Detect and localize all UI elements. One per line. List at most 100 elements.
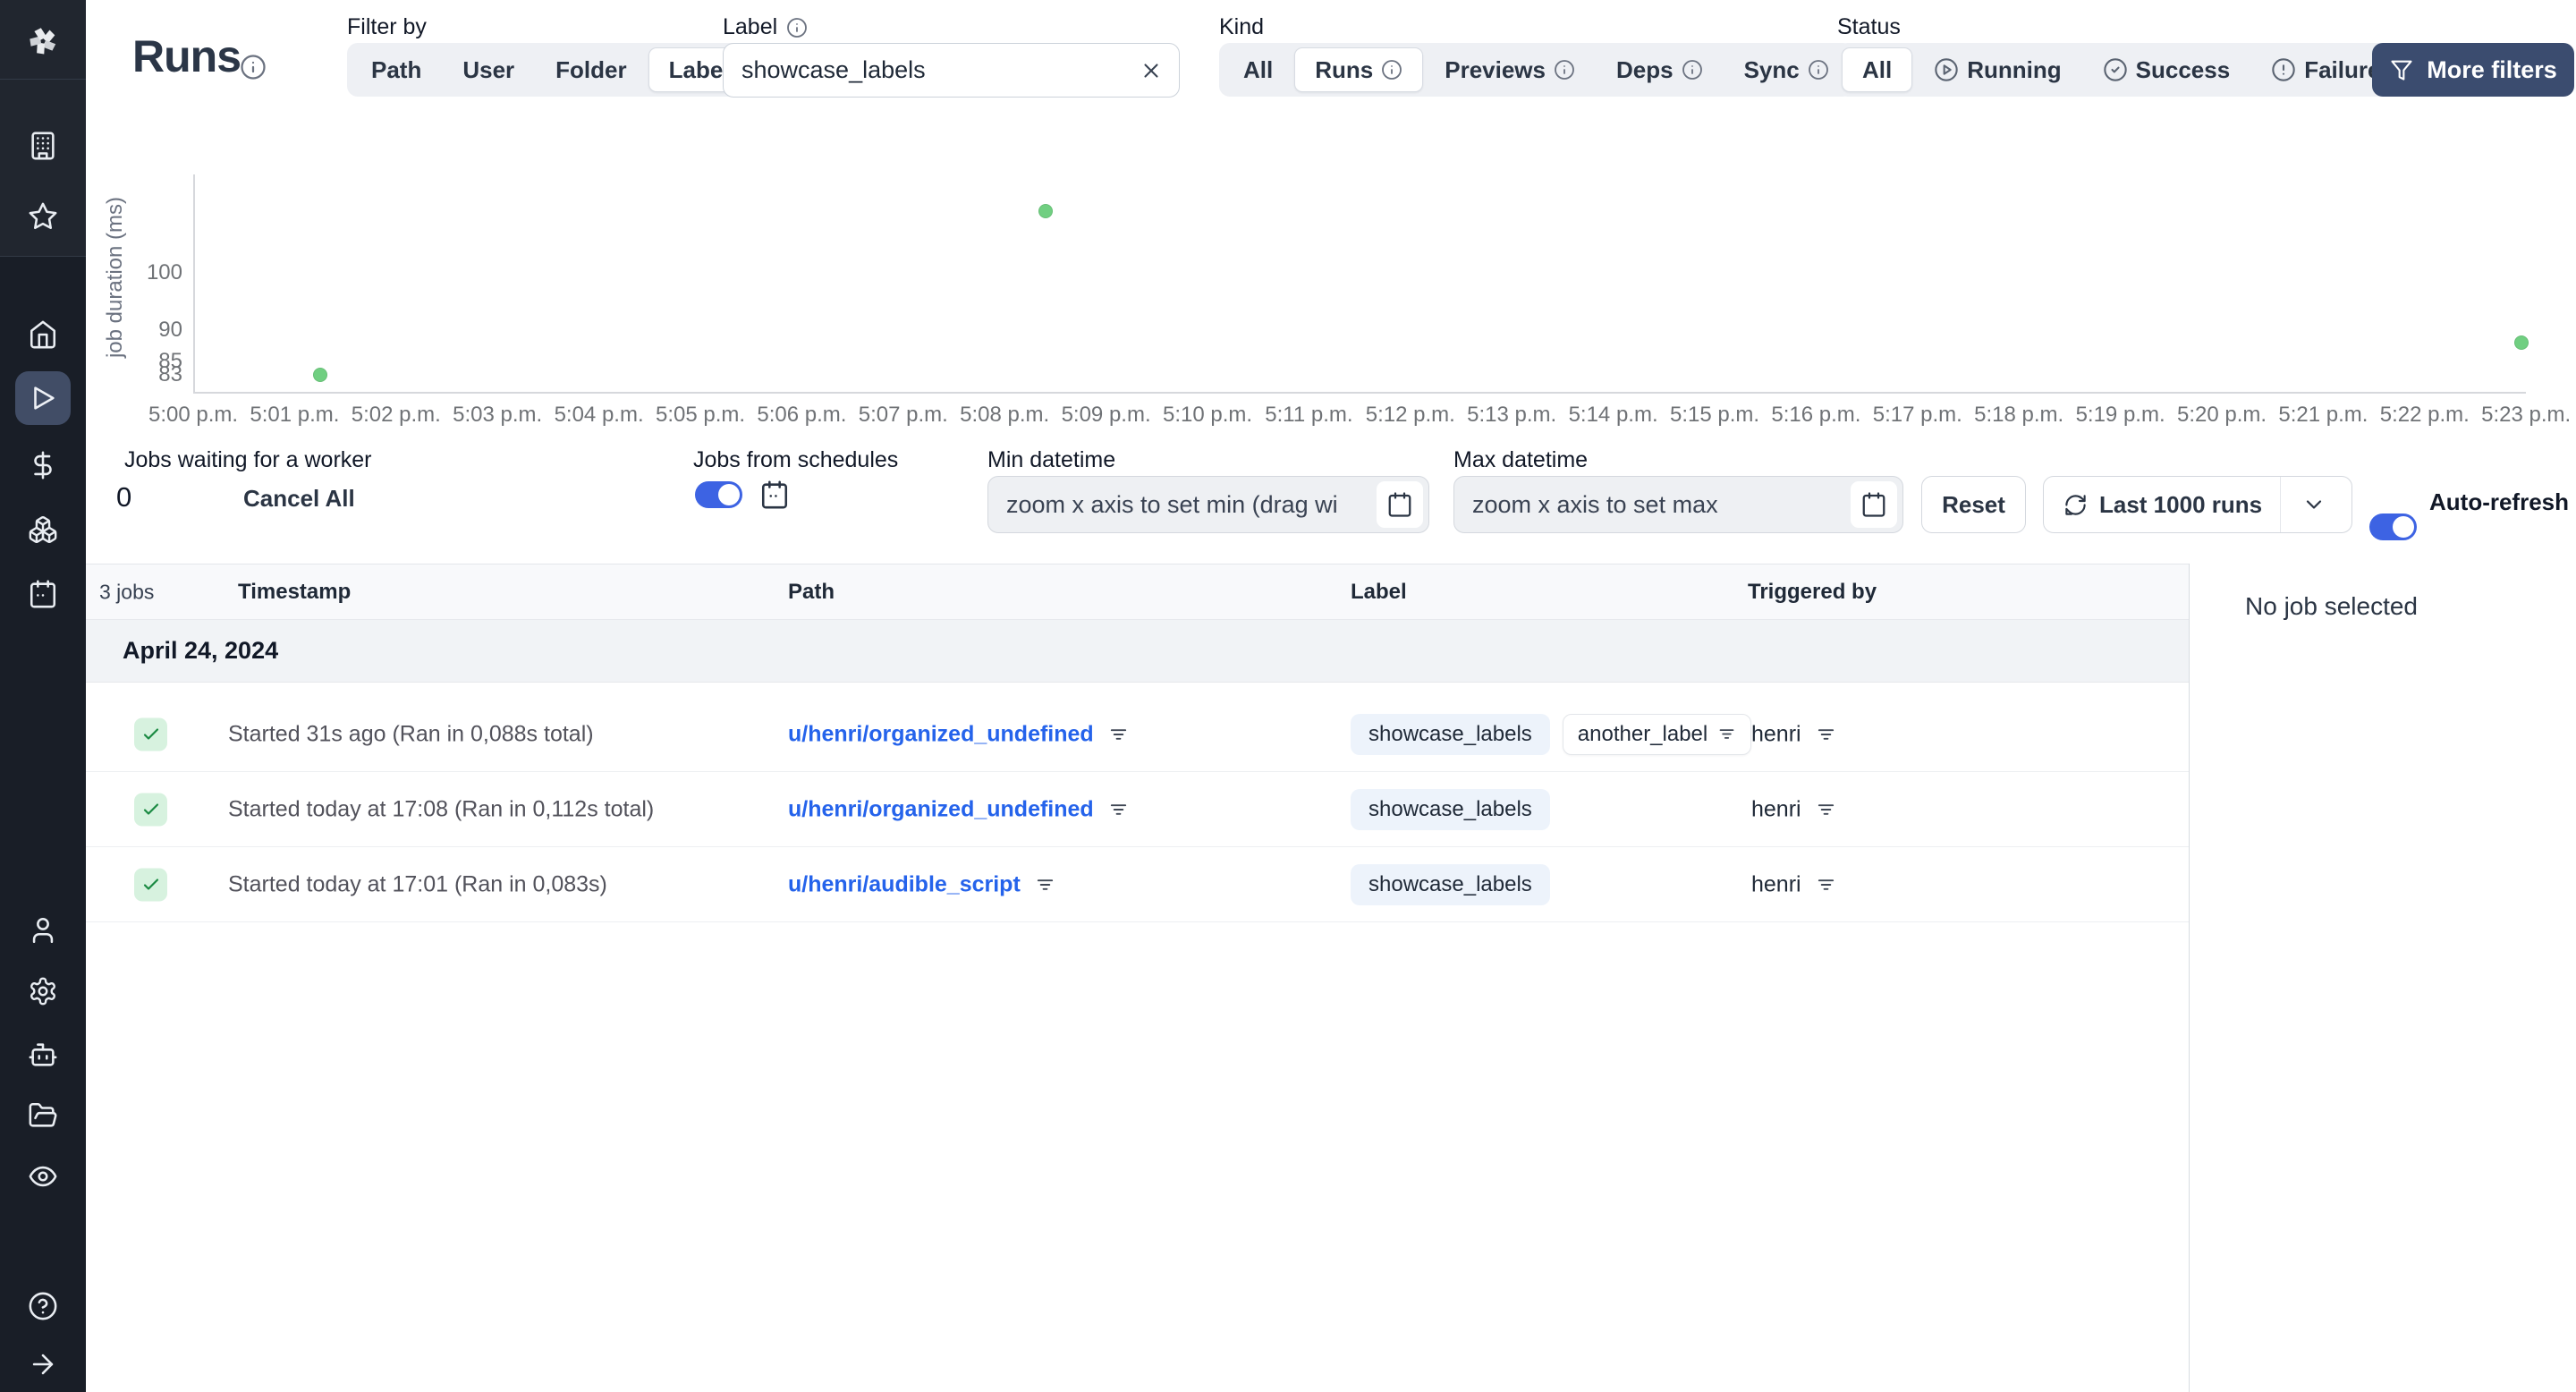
folders-icon[interactable] <box>25 1098 61 1133</box>
variables-dollar-icon[interactable] <box>25 447 61 483</box>
kind-sync-info-icon[interactable] <box>1808 59 1829 81</box>
triggered-by-user: henri <box>1751 871 1801 896</box>
clear-label-icon[interactable] <box>1140 59 1163 82</box>
table-row[interactable]: Started today at 17:08 (Ran in 0,112s to… <box>86 772 2189 847</box>
x-tick-label: 5:08 p.m. <box>960 403 1050 427</box>
status-all[interactable]: All <box>1842 47 1913 92</box>
min-datetime-input[interactable]: zoom x axis to set min (drag wi <box>987 476 1429 533</box>
workers-robot-icon[interactable] <box>25 1037 61 1073</box>
min-datetime-label: Min datetime <box>987 447 1116 472</box>
windmill-logo-icon[interactable] <box>25 23 61 59</box>
filter-by-user-icon[interactable] <box>1816 724 1836 744</box>
run-path-link[interactable]: u/henri/organized_undefined <box>788 796 1094 822</box>
kind-group: All Runs Previews Deps Sync <box>1219 43 1853 97</box>
label-field-label: Label <box>723 14 808 40</box>
kind-sync[interactable]: Sync <box>1724 47 1849 92</box>
filter-by-folder[interactable]: Folder <box>536 47 646 92</box>
kind-deps-info-icon[interactable] <box>1682 59 1703 81</box>
label-info-icon[interactable] <box>786 17 808 38</box>
date-group-label: April 24, 2024 <box>123 637 279 664</box>
schedules-calendar-icon[interactable] <box>25 576 61 612</box>
kind-deps[interactable]: Deps <box>1597 47 1723 92</box>
run-label-pill: showcase_labels <box>1351 788 1550 830</box>
run-label-pill-filter[interactable]: another_label <box>1562 713 1752 755</box>
filter-by-label: Filter by <box>347 14 427 39</box>
kind-runs[interactable]: Runs <box>1294 47 1424 92</box>
x-tick-label: 5:10 p.m. <box>1162 403 1253 427</box>
more-filters-button[interactable]: More filters <box>2372 43 2574 97</box>
filter-by-path-icon[interactable] <box>1108 799 1129 819</box>
home-icon[interactable] <box>25 317 61 352</box>
chart-y-axis-line <box>193 174 195 392</box>
run-path-link[interactable]: u/henri/organized_undefined <box>788 721 1094 747</box>
kind-runs-info-icon[interactable] <box>1381 59 1402 81</box>
x-tick-label: 5:00 p.m. <box>148 403 239 427</box>
label-filter-input[interactable] <box>741 56 1140 84</box>
runs-window-main[interactable]: Last 1000 runs <box>2044 477 2280 532</box>
x-tick-label: 5:19 p.m. <box>2075 403 2165 427</box>
x-tick-label: 5:14 p.m. <box>1568 403 1658 427</box>
runs-window-button[interactable]: Last 1000 runs <box>2043 476 2352 533</box>
min-datetime-calendar-button[interactable] <box>1377 481 1423 528</box>
triggered-by-user: henri <box>1751 721 1801 746</box>
kind-label: Kind <box>1219 14 1265 39</box>
user-icon[interactable] <box>25 912 61 948</box>
runs-play-icon <box>28 383 58 413</box>
cancel-all-button[interactable]: Cancel All <box>243 485 355 513</box>
audit-logs-eye-icon[interactable] <box>25 1159 61 1194</box>
status-running[interactable]: Running <box>1914 47 2080 92</box>
run-timestamp: Started today at 17:01 (Ran in 0,083s) <box>228 871 607 896</box>
kind-previews[interactable]: Previews <box>1425 47 1595 92</box>
x-tick-label: 5:12 p.m. <box>1365 403 1455 427</box>
filter-by-user[interactable]: User <box>443 47 534 92</box>
expand-sidebar-arrow-icon[interactable] <box>25 1346 61 1382</box>
runs-duration-chart[interactable]: job duration (ms) 100 90 85 83 5:00 p.m. 5:0… <box>86 134 2576 434</box>
runs-window-dropdown[interactable] <box>2280 477 2346 532</box>
sidebar <box>0 0 86 1392</box>
x-tick-label: 5:02 p.m. <box>351 403 441 427</box>
col-triggered-by: Triggered by <box>1748 579 1877 604</box>
success-check-circle-icon <box>2103 57 2128 82</box>
y-tick-label: 90 <box>158 318 182 343</box>
settings-gear-icon[interactable] <box>25 973 61 1009</box>
run-path-link[interactable]: u/henri/audible_script <box>788 871 1021 897</box>
filter-by-path-icon[interactable] <box>1108 724 1129 744</box>
table-row[interactable]: Started today at 17:01 (Ran in 0,083s) u… <box>86 847 2189 922</box>
x-tick-label: 5:15 p.m. <box>1669 403 1760 427</box>
resources-boxes-icon[interactable] <box>25 512 61 547</box>
auto-refresh-toggle[interactable] <box>2369 514 2417 540</box>
schedules-calendar-icon-small <box>759 480 790 514</box>
run-label-pill: showcase_labels <box>1351 863 1550 905</box>
run-data-point[interactable] <box>312 367 327 382</box>
filter-by-label-icon <box>1717 725 1736 743</box>
reset-button[interactable]: Reset <box>1921 476 2026 533</box>
jobs-from-schedules-toggle[interactable] <box>695 481 742 508</box>
kind-all[interactable]: All <box>1224 47 1292 92</box>
favorites-star-icon[interactable] <box>25 199 61 234</box>
x-tick-label: 5:05 p.m. <box>655 403 746 427</box>
filter-by-user-icon[interactable] <box>1816 874 1836 895</box>
workspace-building-icon[interactable] <box>25 128 61 164</box>
max-datetime-calendar-button[interactable] <box>1851 481 1897 528</box>
filter-by-path[interactable]: Path <box>352 47 441 92</box>
filter-by-path-icon[interactable] <box>1035 874 1055 895</box>
max-datetime-input[interactable]: zoom x axis to set max <box>1453 476 1903 533</box>
x-tick-label: 5:03 p.m. <box>453 403 543 427</box>
kind-previews-info-icon[interactable] <box>1554 59 1575 81</box>
filter-by-user-icon[interactable] <box>1816 799 1836 819</box>
controls-bar: Jobs waiting for a worker 0 Cancel All J… <box>86 438 2576 564</box>
x-tick-label: 5:04 p.m. <box>554 403 644 427</box>
run-data-point[interactable] <box>1038 203 1053 218</box>
runs-info-icon[interactable] <box>240 54 267 81</box>
status-success[interactable]: Success <box>2083 47 2250 92</box>
table-row[interactable]: Started 31s ago (Ran in 0,088s total) u/… <box>86 697 2189 772</box>
run-data-point[interactable] <box>2513 335 2529 351</box>
jobs-from-schedules-label: Jobs from schedules <box>693 447 899 472</box>
x-tick-label: 5:11 p.m. <box>1265 403 1353 427</box>
sidebar-item-runs[interactable] <box>15 371 71 425</box>
y-tick-label: 83 <box>158 361 182 386</box>
x-tick-label: 5:16 p.m. <box>1771 403 1861 427</box>
x-tick-label: 5:07 p.m. <box>858 403 948 427</box>
x-tick-label: 5:09 p.m. <box>1061 403 1151 427</box>
help-icon[interactable] <box>25 1288 61 1324</box>
